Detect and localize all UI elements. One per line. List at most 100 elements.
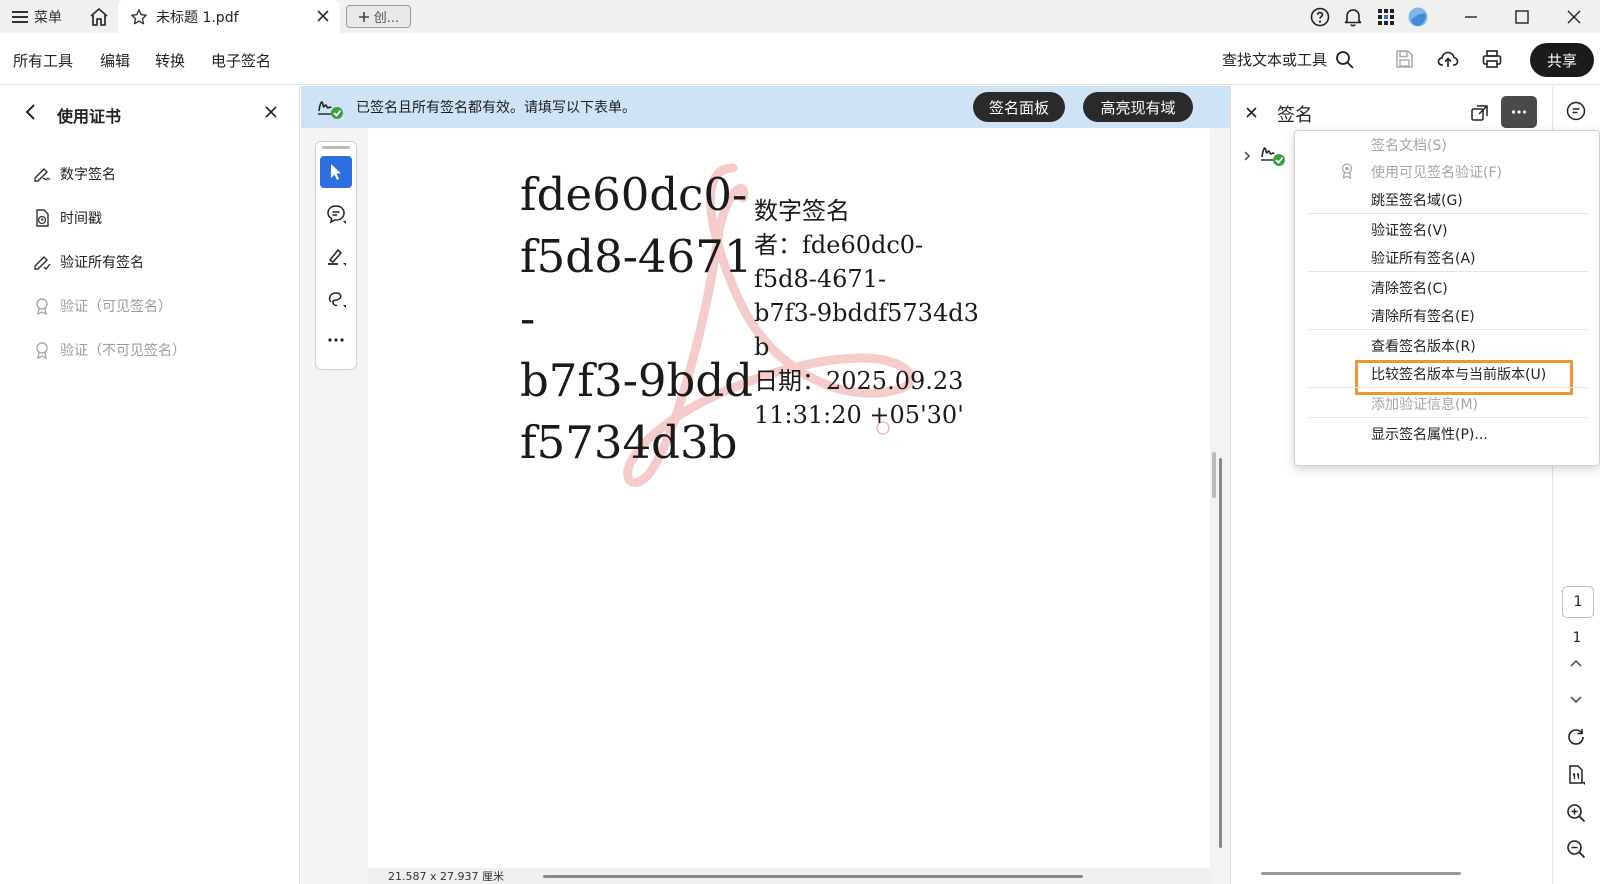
panel-resize-handle[interactable] (1212, 452, 1216, 498)
home-icon[interactable] (88, 6, 110, 28)
menu-button[interactable]: 菜单 (12, 6, 62, 28)
validate-all-signatures-item[interactable]: 验证所有签名 (32, 250, 144, 274)
menu-item-view-version[interactable]: 查看签名版本(R) (1371, 336, 1476, 356)
menu-e-sign[interactable]: 电子签名 (211, 50, 271, 71)
sig-name-line: f5d8-4671 (520, 230, 753, 283)
print-icon[interactable] (1481, 48, 1503, 70)
certificate-icon (36, 342, 48, 360)
zoom-in-icon[interactable] (1565, 802, 1587, 824)
hamburger-icon (12, 11, 28, 23)
comment-tool-button[interactable] (320, 198, 352, 230)
star-icon[interactable] (130, 8, 148, 26)
popout-icon[interactable] (1469, 102, 1491, 124)
menu-item-go-to-field[interactable]: 跳至签名域(G) (1371, 190, 1463, 210)
menu-item-compare-version[interactable]: 比较签名版本与当前版本(U) (1371, 364, 1546, 384)
close-icon[interactable] (264, 105, 278, 119)
menu-item-validate-signature[interactable]: 验证签名(V) (1371, 220, 1448, 240)
chevron-down-icon[interactable] (1565, 688, 1587, 710)
draw-tool-button[interactable] (320, 282, 352, 314)
chevron-right-icon[interactable] (1241, 150, 1253, 162)
highlighter-icon (328, 248, 346, 266)
use-certificate-panel: 使用证书 数字签名 时间戳 验证所有签名 验证（可见签名） 验证（不可见签名） (0, 86, 300, 884)
sig-detail-line: b7f3-9bddf5734d3 (754, 299, 979, 327)
certificate-icon (1341, 163, 1353, 180)
panel-title: 使用证书 (57, 107, 122, 126)
timestamp-item[interactable]: 时间戳 (32, 206, 102, 230)
window-close-icon[interactable] (1563, 6, 1585, 28)
sig-name-line: b7f3-9bdd (520, 354, 753, 407)
new-tab-label: 创... (373, 11, 400, 26)
highlight-tool-button[interactable] (320, 240, 352, 272)
new-tab-button[interactable]: 创... (346, 5, 411, 28)
signature-valid-icon (318, 101, 343, 119)
more-horizontal-icon (328, 338, 344, 342)
document-viewport[interactable]: fde60dc0- f5d8-4671 - b7f3-9bdd f5734d3b… (301, 128, 1230, 884)
digital-sign-item[interactable]: 数字签名 (32, 162, 116, 186)
validate-invisible-label: 验证（不可见签名） (60, 343, 186, 359)
menu-bar: 所有工具 编辑 转换 电子签名 查找文本或工具 共享 (0, 33, 1600, 85)
validate-visible-item: 验证（可见签名） (32, 294, 172, 318)
signature-name-block: fde60dc0- f5d8-4671 - b7f3-9bdd f5734d3b (520, 164, 753, 474)
menu-separator (1309, 387, 1587, 388)
sig-detail-line: 日期：2025.09.23 (754, 367, 964, 395)
document-tab[interactable]: 未标题 1.pdf (118, 0, 340, 33)
more-tools-button[interactable] (320, 324, 352, 356)
maximize-icon[interactable] (1511, 6, 1533, 28)
close-icon[interactable] (1245, 106, 1258, 119)
chevron-up-icon[interactable] (1565, 652, 1587, 674)
sig-name-line: fde60dc0- (520, 168, 748, 221)
sig-name-line: f5734d3b (520, 416, 738, 469)
menu-separator (1309, 271, 1587, 272)
horizontal-scrollbar[interactable] (543, 875, 1083, 878)
highlight-fields-button[interactable]: 高亮现有域 (1083, 92, 1193, 122)
help-icon[interactable] (1309, 6, 1331, 28)
horizontal-scrollbar[interactable] (1261, 872, 1461, 875)
comment-panel-icon[interactable] (1565, 100, 1587, 122)
current-page-input[interactable]: 1 (1562, 586, 1594, 618)
pdf-page[interactable]: fde60dc0- f5d8-4671 - b7f3-9bdd f5734d3b… (368, 128, 1210, 868)
menu-item-show-properties[interactable]: 显示签名属性(P)... (1371, 424, 1488, 444)
validate-sign-icon (34, 256, 51, 271)
total-pages: 1 (1572, 630, 1582, 646)
comment-icon (327, 205, 346, 224)
signature-valid-icon[interactable] (1259, 140, 1287, 168)
timestamp-label: 时间戳 (60, 211, 102, 227)
find-text-or-tools[interactable]: 查找文本或工具 (1222, 49, 1355, 70)
menu-item-clear-signature[interactable]: 清除签名(C) (1371, 278, 1448, 298)
sig-detail-line: 者：fde60dc0- (754, 231, 924, 259)
page-fit-icon[interactable] (1565, 764, 1587, 786)
menu-convert[interactable]: 转换 (155, 50, 185, 71)
certificate-icon (36, 298, 48, 316)
back-arrow-icon[interactable] (22, 102, 40, 122)
bell-icon[interactable] (1342, 6, 1364, 28)
menu-item-validate-all[interactable]: 验证所有签名(A) (1371, 248, 1476, 268)
menu-item-sign-document: 签名文档(S) (1371, 138, 1447, 154)
rotate-icon[interactable] (1565, 726, 1587, 748)
page-dimensions-bar: 21.587 x 27.937 厘米 (368, 868, 1210, 884)
apps-grid-icon[interactable] (1375, 6, 1397, 28)
menu-all-tools[interactable]: 所有工具 (13, 50, 73, 71)
menu-item-add-verification-info: 添加验证信息(M) (1371, 397, 1479, 413)
signature-panel-button[interactable]: 签名面板 (973, 92, 1065, 122)
cloud-upload-icon[interactable] (1437, 48, 1459, 70)
drag-handle[interactable] (322, 146, 350, 149)
validate-all-label: 验证所有签名 (60, 255, 144, 271)
options-menu-button[interactable] (1501, 96, 1537, 128)
zoom-out-icon[interactable] (1565, 838, 1587, 860)
close-icon[interactable] (316, 9, 330, 23)
vertical-scrollbar[interactable] (1219, 458, 1222, 848)
signatures-panel-title: 签名 (1277, 105, 1313, 126)
menu-item-clear-all[interactable]: 清除所有签名(E) (1371, 306, 1475, 326)
share-button[interactable]: 共享 (1530, 43, 1594, 77)
sig-detail-line: 数字签名 (754, 197, 850, 225)
menu-item-validate-visible: 使用可见签名验证(F) (1371, 165, 1502, 181)
signature-status-banner: 已签名且所有签名都有效。请填写以下表单。 签名面板 高亮现有域 (301, 86, 1230, 128)
menu-edit[interactable]: 编辑 (100, 50, 130, 71)
avatar[interactable] (1407, 6, 1429, 28)
select-tool-button[interactable] (320, 156, 352, 188)
timestamp-icon (36, 209, 49, 227)
save-icon[interactable] (1393, 48, 1415, 70)
validate-invisible-item: 验证（不可见签名） (32, 338, 186, 362)
menu-separator (1309, 329, 1587, 330)
minimize-icon[interactable] (1460, 6, 1482, 28)
